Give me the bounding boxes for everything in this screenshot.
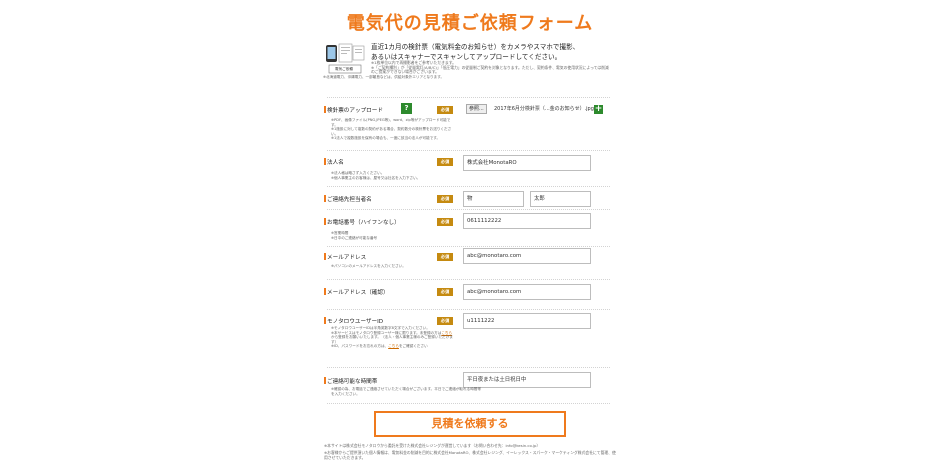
email-confirm-label: メールアドレス（確認）	[324, 288, 389, 296]
required-badge: 必須	[437, 158, 453, 166]
divider	[327, 403, 610, 404]
company-name-field[interactable]: 株式会社MonotaRO	[463, 155, 591, 171]
contact-time-note-1: ※確認の為、お電話でご連絡させていただく場合がございます。平日でご連絡が取れる時…	[331, 387, 481, 396]
user-id-field[interactable]: u1111222	[463, 313, 591, 329]
divider	[327, 246, 610, 247]
phone-field[interactable]: 0611112222	[463, 213, 591, 229]
user-id-note-4-tail: をご確認ください	[398, 344, 428, 349]
divider	[327, 367, 610, 368]
contact-time-field[interactable]: 平日夜または土日祝日中	[463, 372, 591, 388]
required-badge: 必須	[437, 288, 453, 296]
forgot-password-link[interactable]: こちら	[388, 344, 399, 348]
email-label: メールアドレス	[323, 253, 367, 261]
company-note-2: ※個人事業主のお客様は、屋号又は社名を入力下さい。	[331, 175, 421, 180]
user-id-label: モノタロウユーザーID	[323, 317, 384, 325]
submit-quote-button[interactable]: 見積を依頼する	[374, 411, 566, 437]
user-id-note-3: から登録をお願いいたします。（法人・個人事業主様のみご登録いただけます）	[331, 335, 453, 344]
upload-notes: ※PDF、画像ファイル(PNG,JPEG等)、word、zip等がアップロード可…	[331, 118, 455, 141]
intro-line-1: 直近1カ月の検針票（電気料金のお知らせ）をカメラやスマホで撮影、	[371, 43, 580, 51]
divider	[327, 186, 610, 187]
last-name-field[interactable]: 物	[463, 191, 524, 207]
required-badge: 必須	[437, 317, 453, 325]
contact-time-note: ※確認の為、お電話でご連絡させていただく場合がございます。平日でご連絡が取れる時…	[331, 387, 481, 396]
file-browse-button[interactable]: 参照...	[466, 104, 487, 114]
email-note: ※パソコンのメールアドレスを入力ください。	[331, 264, 406, 268]
user-id-note-4-text: ※ID、パスワードをお忘れの方は、	[331, 344, 389, 349]
divider	[327, 97, 610, 98]
meter-slip-illustration: 電気ご依頼	[325, 43, 365, 75]
footer-line-2: ※お客様からご提供頂いた個人情報は、電気料金の削減を目的に株式会社MonotaR…	[324, 450, 616, 460]
first-name-field[interactable]: 太郎	[530, 191, 591, 207]
register-link[interactable]: こちら	[441, 331, 452, 335]
user-id-note-2-text: ※本サービスはモノタロウ登録ユーザー様に限ります。未登録の方は	[331, 330, 442, 335]
divider	[327, 279, 610, 280]
image-badge: 電気ご依頼	[335, 67, 353, 71]
phone-note-2: ※日中のご連絡が可能な番号	[331, 235, 378, 240]
phone-label: お電話番号（ハイフンなし）	[324, 218, 400, 226]
divider	[327, 309, 610, 310]
intro-note-4: ※北海道電力、沖縄電力、一部離島などは、供給対象外エリアとなります。	[323, 75, 445, 79]
user-id-note-4: ※ID、パスワードをお忘れの方は、こちらをご確認ください	[331, 344, 455, 349]
upload-note-1: ※PDF、画像ファイル(PNG,JPEG等)、word、zip等がアップロード可…	[331, 118, 451, 127]
help-icon[interactable]: ?	[401, 103, 412, 114]
required-badge: 必須	[437, 195, 453, 203]
add-file-icon[interactable]: +	[594, 105, 603, 114]
upload-label: 検針票のアップロード	[324, 106, 383, 114]
divider	[327, 209, 610, 210]
email-confirm-field[interactable]: abc@monotaro.com	[463, 284, 591, 300]
footer-line-1: ※本サイトは株式会社モノタロウから委託を受けた株式会社レジングが運営しています（…	[324, 443, 541, 448]
email-field[interactable]: abc@monotaro.com	[463, 248, 591, 264]
required-badge: 必須	[437, 218, 453, 226]
phone-notes: ※営業時間 ※日中のご連絡が可能な番号	[331, 231, 455, 240]
contact-name-label: ご連絡先担当者名	[324, 195, 372, 203]
page-title: 電気代の見積ご依頼フォーム	[346, 13, 594, 34]
divider	[327, 150, 610, 151]
company-notes: ※法人格は略さず入力ください。 ※個人事業主のお客様は、屋号又は社名を入力下さい…	[331, 171, 455, 180]
required-badge: 必須	[437, 253, 453, 261]
intro-notes: ※1枚単位以内で再撮影者をご参考いただきます。 ※「ご契約種別」が「従量電灯(A…	[371, 60, 621, 75]
user-id-notes: ※モノタロウユーザーIDは半角英数字8文字で入力ください。 ※本サービスはモノタ…	[331, 326, 455, 349]
company-label: 法人名	[324, 158, 344, 166]
contact-time-label: ご連絡可能な時間帯	[323, 377, 378, 385]
upload-note-3: ※1法人で複数施設を保有の場合も、一度に該当の法人が可能です。	[331, 136, 441, 141]
upload-note-2: ※1施設に対して複数の契約がある場合、契約数分の検針票をお送りください。	[331, 127, 452, 136]
required-badge: 必須	[437, 106, 453, 114]
selected-file-name: 2017年6月分検針票（...金のお知らせ）.jpg	[494, 106, 594, 112]
